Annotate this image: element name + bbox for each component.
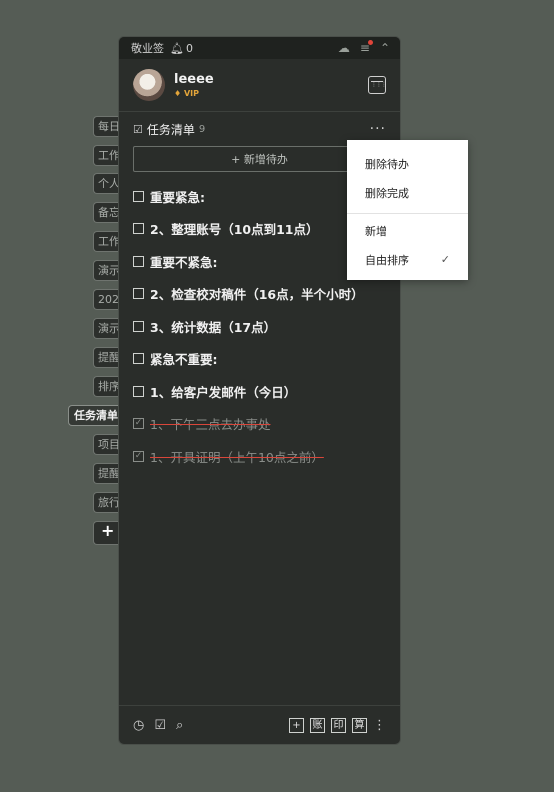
todo-text: 重要紧急: bbox=[150, 189, 205, 205]
todo-item[interactable]: 3、统计数据（17点） bbox=[119, 310, 400, 343]
notification-count: 0 bbox=[185, 41, 193, 55]
checkbox-checked[interactable]: ✓ bbox=[133, 418, 144, 430]
todo-text: 1、给客户发邮件（今日） bbox=[150, 384, 297, 400]
account-button[interactable]: 账 bbox=[310, 717, 325, 733]
todo-text: 紧急不重要: bbox=[150, 352, 218, 368]
todo-item-done[interactable]: ✓ 1、开具证明（上午10点之前） bbox=[119, 440, 400, 473]
todo-item-done[interactable]: ✓ 1、下午三点去办事处 bbox=[119, 408, 400, 441]
todo-text: 2、检查校对稿件（16点，半个小时） bbox=[150, 287, 364, 303]
checklist-icon: ☑ bbox=[133, 122, 143, 136]
user-name: leeee bbox=[174, 72, 214, 87]
more-vertical-icon[interactable]: ⋮ bbox=[373, 718, 386, 733]
vip-label: VIP bbox=[183, 89, 199, 98]
collapse-icon[interactable]: ⌃ bbox=[380, 41, 390, 55]
search-icon[interactable]: ⌕ bbox=[176, 718, 183, 733]
checkbox[interactable] bbox=[133, 385, 144, 397]
checkbox[interactable] bbox=[133, 353, 144, 365]
side-tab-active[interactable]: 任务清单 bbox=[68, 405, 124, 426]
vip-badge: ♦ VIP bbox=[174, 89, 368, 98]
checkbox-checked[interactable]: ✓ bbox=[133, 450, 144, 462]
bell-icon[interactable]: 🔔︎ bbox=[170, 42, 184, 55]
menu-free-sort-label: 自由排序 bbox=[365, 253, 409, 267]
checkbox[interactable] bbox=[133, 190, 144, 202]
list-title: 任务清单 bbox=[146, 122, 195, 137]
checkbox[interactable] bbox=[133, 223, 144, 235]
notify-dot bbox=[367, 40, 373, 45]
menu-delete-done[interactable]: 删除完成 bbox=[347, 178, 468, 207]
add-button[interactable]: + bbox=[289, 717, 304, 733]
calendar-check-icon[interactable]: ☑ bbox=[154, 718, 166, 733]
calendar-icon[interactable] bbox=[368, 76, 386, 94]
menu-new[interactable]: 新增 bbox=[347, 216, 468, 245]
todo-text: 1、开具证明（上午10点之前） bbox=[150, 449, 324, 465]
todo-item[interactable]: 2、检查校对稿件（16点，半个小时） bbox=[119, 278, 400, 311]
clock-icon[interactable]: ◷ bbox=[133, 718, 144, 733]
todo-text: 3、统计数据（17点） bbox=[150, 319, 277, 335]
menu-delete-todo[interactable]: 删除待办 bbox=[347, 149, 468, 178]
check-icon: ✓ bbox=[440, 253, 450, 266]
menu-icon[interactable]: ≡ bbox=[360, 40, 373, 55]
checkbox[interactable] bbox=[133, 288, 144, 300]
user-header: leeee ♦ VIP bbox=[119, 59, 400, 112]
avatar[interactable] bbox=[133, 69, 165, 101]
menu-free-sort[interactable]: 自由排序 ✓ bbox=[347, 245, 468, 274]
checkbox[interactable] bbox=[133, 255, 144, 267]
more-options-button[interactable]: ··· bbox=[370, 121, 386, 137]
todo-item[interactable]: 紧急不重要: bbox=[119, 343, 400, 376]
todo-text: 1、下午三点去办事处 bbox=[150, 417, 271, 433]
app-name: 敬业签 bbox=[131, 42, 164, 55]
print-button[interactable]: 印 bbox=[331, 717, 346, 733]
calculate-button[interactable]: 算 bbox=[352, 717, 367, 733]
todo-item[interactable]: 1、给客户发邮件（今日） bbox=[119, 375, 400, 408]
checkbox[interactable] bbox=[133, 320, 144, 332]
cloud-sync-icon[interactable]: ☁ bbox=[338, 41, 350, 55]
context-menu: 删除待办 删除完成 新增 自由排序 ✓ bbox=[347, 140, 468, 280]
list-count: 9 bbox=[198, 123, 206, 135]
menu-divider bbox=[347, 213, 468, 214]
titlebar: 敬业签 🔔︎ 0 ☁ ≡ ⌃ bbox=[119, 37, 400, 59]
footer-toolbar: ◷ ☑ ⌕ + 账 印 算 ⋮ bbox=[119, 705, 400, 744]
todo-text: 重要不紧急: bbox=[150, 254, 218, 270]
diamond-icon: ♦ bbox=[174, 89, 182, 98]
todo-text: 2、整理账号（10点到11点） bbox=[150, 222, 319, 238]
